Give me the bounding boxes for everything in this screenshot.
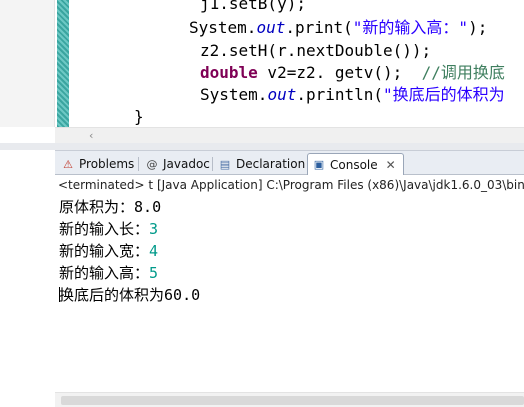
- code-token: j1.setB(y);: [200, 0, 306, 13]
- code-line: double v2=z2. getv(); //调用换底: [200, 63, 505, 83]
- code-line: }: [134, 107, 144, 127]
- console-user-input: 5: [149, 264, 159, 282]
- code-token: double: [200, 63, 258, 82]
- editor-horizontal-scrollbar[interactable]: ‹: [55, 127, 524, 143]
- left-panel-blank: [0, 150, 55, 407]
- view-sash[interactable]: [0, 143, 524, 150]
- code-token: v2=z2. getv();: [257, 63, 422, 82]
- problems-icon: ⚠: [63, 157, 73, 171]
- tab-label: Console: [330, 157, 378, 172]
- tab-declaration[interactable]: ▤ Declaration: [214, 153, 306, 175]
- tab-problems[interactable]: ⚠ Problems: [57, 153, 137, 175]
- view-tab-bar: ⚠ Problems @ Javadoc ▤ Declaration ▣ Con…: [55, 150, 524, 175]
- console-prompt: 新的输入长：: [59, 220, 150, 238]
- code-token: .println(: [296, 85, 384, 104]
- console-line: 新的输入高：5: [59, 263, 158, 283]
- console-user-input: 4: [149, 242, 159, 260]
- console-result: 60.0: [164, 286, 201, 304]
- declaration-icon: ▤: [219, 157, 231, 171]
- code-token: "新的输入高：": [352, 18, 469, 37]
- console-user-input: 3: [149, 220, 159, 238]
- code-token: z2.setH(r.nextDouble());: [200, 41, 432, 60]
- code-token: System.: [200, 85, 268, 104]
- code-token: "换底后的体积为: [383, 85, 505, 104]
- code-line: j1.setB(y);: [200, 0, 306, 14]
- console-output[interactable]: 原体积为：8.0 新的输入长：3 新的输入宽：4 新的输入高：5 换底后的体积为60.0: [55, 195, 524, 407]
- console-line: 原体积为：8.0: [59, 197, 161, 217]
- tab-divider: [138, 157, 139, 171]
- code-line: System.out.print("新的输入高：");: [189, 18, 487, 38]
- code-token: out: [267, 85, 297, 104]
- scrollbar-thumb[interactable]: [61, 396, 524, 405]
- console-prompt: 新的输入宽：: [59, 242, 150, 260]
- close-icon[interactable]: ✕: [386, 158, 396, 172]
- code-token: //调用换底: [421, 63, 505, 82]
- code-line: System.out.println("换底后的体积为: [200, 85, 505, 105]
- code-token: );: [468, 18, 488, 37]
- console-result: 8.0: [134, 198, 162, 216]
- code-token: }: [134, 107, 144, 126]
- tab-label: Problems: [79, 157, 135, 171]
- console-prompt: 原体积为：: [59, 198, 135, 216]
- console-prompt: 新的输入高：: [59, 264, 150, 282]
- console-line: 换底后的体积为60.0: [59, 285, 200, 305]
- tab-divider: [212, 157, 213, 171]
- console-status-header: <terminated> t [Java Application] C:\Pro…: [55, 175, 524, 195]
- code-token: .print(: [285, 18, 353, 37]
- console-line: 新的输入宽：4: [59, 241, 158, 261]
- tab-label: Declaration: [236, 157, 306, 171]
- console-horizontal-scrollbar[interactable]: [55, 392, 524, 407]
- code-token: out: [256, 18, 286, 37]
- console-line: 新的输入长：3: [59, 219, 158, 239]
- code-area[interactable]: j1.setB(y); System.out.print("新的输入高："); …: [0, 0, 524, 127]
- scroll-left-icon[interactable]: ‹: [89, 129, 93, 142]
- code-editor[interactable]: j1.setB(y); System.out.print("新的输入高："); …: [0, 0, 524, 148]
- code-line: z2.setH(r.nextDouble());: [200, 41, 431, 61]
- tab-label: Javadoc: [163, 157, 210, 171]
- tab-console[interactable]: ▣ Console ✕: [307, 153, 404, 175]
- code-token: System.: [189, 18, 257, 37]
- tab-javadoc[interactable]: @ Javadoc: [141, 153, 211, 175]
- console-prompt: 换底后的体积为: [59, 286, 165, 304]
- console-icon: ▣: [313, 158, 325, 171]
- at-icon: @: [146, 157, 158, 171]
